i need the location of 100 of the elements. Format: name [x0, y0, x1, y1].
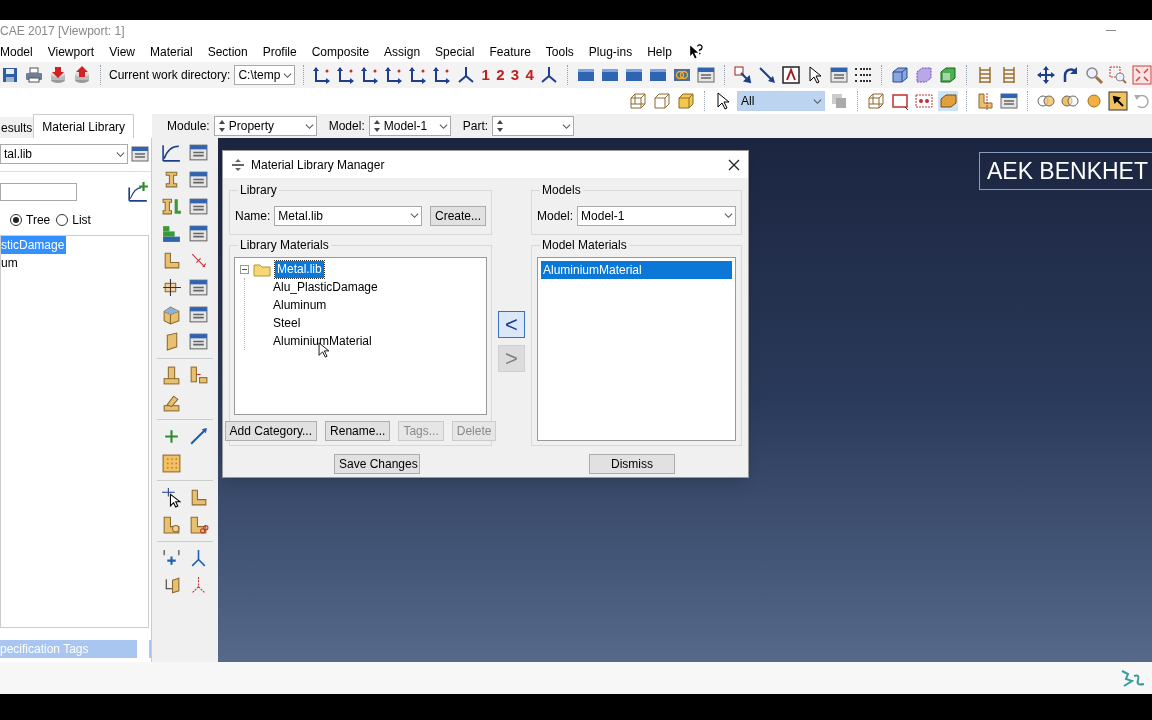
move-icon[interactable] [1036, 65, 1056, 85]
save-button[interactable]: Save Changes [334, 454, 420, 474]
menu-item[interactable]: Assign [384, 42, 421, 61]
print-icon[interactable] [24, 65, 44, 85]
frame-arrow-icon[interactable] [733, 65, 753, 85]
window-icon[interactable] [188, 277, 209, 298]
zoom-box-icon[interactable] [1108, 65, 1128, 85]
menu-item[interactable]: Feature [489, 42, 531, 61]
library-dropdown[interactable]: tal.lib [0, 144, 128, 164]
tree-item[interactable]: um [1, 254, 20, 272]
part-icon[interactable] [188, 514, 209, 535]
combo-value: All [741, 93, 756, 110]
window-icon[interactable] [999, 91, 1019, 111]
part-icon[interactable] [188, 365, 209, 386]
frame-icon[interactable] [781, 65, 801, 85]
radio-button[interactable] [10, 214, 22, 226]
tree-item[interactable]: Metal.lib [275, 261, 324, 278]
menu-item[interactable]: Special [435, 42, 475, 61]
list-icon[interactable] [853, 65, 873, 85]
selection-dropdown[interactable]: All [737, 91, 825, 111]
window-icon[interactable] [188, 196, 209, 217]
part-icon[interactable] [161, 365, 182, 386]
app-icon [231, 157, 245, 172]
menu-item[interactable]: View [109, 42, 135, 61]
panel-tab[interactable]: Material Library [33, 114, 135, 138]
dialog-button[interactable]: Add Category... [224, 421, 318, 441]
save-icon[interactable] [0, 65, 20, 85]
view-button[interactable]: 3 [509, 63, 521, 87]
window-icon[interactable] [188, 169, 209, 190]
close-icon[interactable] [728, 158, 740, 171]
pointer-icon[interactable] [161, 487, 182, 508]
search-field[interactable] [0, 183, 77, 201]
cube-icon[interactable] [890, 65, 910, 85]
line-icon[interactable] [188, 426, 209, 447]
l-shape-icon[interactable] [975, 91, 995, 111]
window-icon[interactable] [188, 331, 209, 352]
menu-item[interactable]: Plug-ins [588, 42, 633, 61]
wireframe-cube-icon[interactable] [866, 91, 886, 111]
spinner-icon[interactable] [217, 118, 226, 134]
module-dropdown[interactable]: Property [213, 116, 317, 136]
selection-box-icon[interactable] [914, 91, 934, 111]
window-icon[interactable] [696, 65, 716, 85]
window-icon[interactable] [829, 65, 849, 85]
orientation-icon[interactable] [161, 277, 182, 298]
database-arrow-icon[interactable] [48, 65, 68, 85]
fit-view-icon[interactable] [1132, 65, 1152, 85]
menu-item[interactable]: Material [149, 42, 193, 61]
zoom-icon[interactable] [1084, 65, 1104, 85]
menu-item[interactable]: Composite [311, 42, 370, 61]
tree-item[interactable]: Alu_PlasticDamage [271, 278, 380, 296]
menu-item[interactable]: Section [207, 42, 248, 61]
annotation-text: AEK BENKHET [978, 152, 1152, 190]
create-button[interactable]: Create... [429, 205, 486, 226]
list-item[interactable]: AluminiumMaterial [541, 261, 732, 279]
cube-icon[interactable] [676, 91, 696, 111]
view-button[interactable]: 1 [480, 63, 492, 87]
arrow-icon[interactable] [757, 65, 777, 85]
window-icon[interactable] [130, 144, 150, 164]
stress-strain-icon[interactable] [161, 142, 182, 163]
cube-icon[interactable] [161, 304, 182, 325]
dialog-button[interactable]: Rename... [325, 421, 391, 441]
cube-icon[interactable] [914, 65, 934, 85]
directory-dropdown[interactable]: C:\temp [234, 65, 296, 85]
collapse-toggle[interactable] [240, 265, 249, 274]
menu-item[interactable]: Tools [545, 42, 574, 61]
menu-item[interactable]: Help [647, 42, 672, 61]
database-arrow-icon[interactable] [72, 65, 92, 85]
library-name-dropdown[interactable]: Metal.lib [274, 205, 422, 226]
tree-item[interactable]: AluminiumMaterial [271, 332, 374, 350]
view-button[interactable]: 4 [524, 63, 535, 87]
menu-item[interactable]: Viewport [47, 42, 95, 61]
grid-icon[interactable] [161, 453, 182, 474]
layers-icon[interactable] [161, 223, 182, 244]
spinner-icon[interactable] [372, 118, 381, 134]
radio-button[interactable] [56, 214, 69, 226]
axis-icon[interactable] [539, 65, 559, 85]
cube-icon[interactable] [938, 91, 958, 111]
cube-icon[interactable] [938, 65, 958, 85]
menu-item[interactable]: Profile [262, 42, 297, 61]
model-dropdown[interactable]: Model-1 [577, 205, 736, 226]
cube-icon[interactable] [652, 91, 672, 111]
section-icon[interactable] [161, 196, 182, 217]
part-icon[interactable] [161, 514, 182, 535]
window-icon[interactable] [188, 223, 209, 244]
pick-icon[interactable] [1108, 91, 1128, 111]
model-dropdown[interactable]: Model-1 [368, 116, 451, 136]
part-icon[interactable] [161, 392, 182, 413]
dismiss-button[interactable]: Dismiss [589, 454, 675, 474]
panel-tab[interactable]: esults [0, 117, 34, 138]
wireframe-cube-icon[interactable] [628, 91, 648, 111]
transfer-button[interactable]: < [498, 311, 525, 338]
view-button[interactable]: 2 [495, 63, 506, 87]
menu-item[interactable]: Model [0, 42, 33, 61]
tree-item[interactable]: Aluminum [271, 296, 329, 314]
window-icon[interactable] [188, 142, 209, 163]
stress-strain-icon[interactable] [127, 181, 149, 203]
selection-box-icon[interactable] [890, 91, 910, 111]
window-icon[interactable] [188, 304, 209, 325]
tree-item[interactable]: Steel [271, 314, 303, 332]
spinner-icon[interactable] [496, 118, 505, 134]
